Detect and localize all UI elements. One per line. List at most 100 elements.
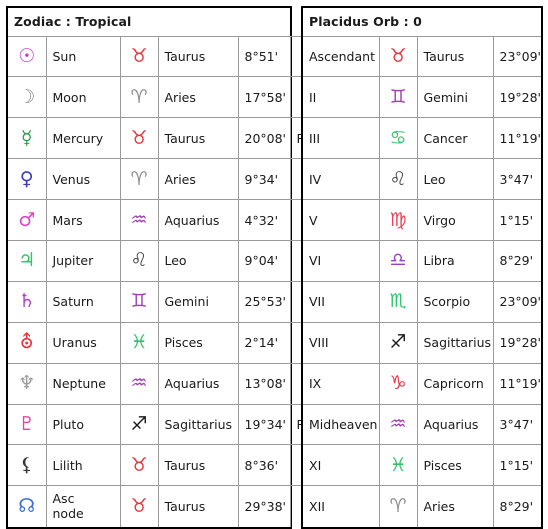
zodiac-header-title: Zodiac : Tropical <box>8 8 313 37</box>
degree-value: 4°32' <box>237 199 291 241</box>
sign-glyph-cell: ♒ <box>119 362 159 405</box>
sign-name: Leo <box>416 158 494 201</box>
table-row: ♆ Neptune ♒ Aquarius 13°08' <box>8 362 313 405</box>
taurus-sign-icon: ♉ <box>130 126 148 149</box>
houses-header-title: Placidus Orb : 0 <box>303 8 542 37</box>
sign-name: Virgo <box>416 199 494 241</box>
sign-glyph-cell: ♒ <box>378 403 418 446</box>
degree-value: 1°15' <box>492 444 542 487</box>
planet-glyph-cell: ♆ <box>8 362 47 405</box>
planet-name: Uranus <box>45 321 121 364</box>
table-row: V ♍ Virgo 1°15' <box>303 199 542 241</box>
degree-value: 8°29' <box>492 485 542 527</box>
table-row: II ♊ Gemini 19°28' <box>303 76 542 119</box>
astrology-chart-sheet: Zodiac : Tropical ☉ Sun ♉ Taurus 8°51' ☽ Moon ♈ A… <box>0 0 548 529</box>
planet-name: Lilith <box>45 444 121 487</box>
sign-name: Aquarius <box>157 362 239 405</box>
house-name: VIII <box>303 321 380 364</box>
sign-name: Aries <box>157 76 239 119</box>
table-row: Ascendant ♉ Taurus 23°09' <box>303 35 542 78</box>
planet-name: Sun <box>45 35 121 78</box>
sign-glyph-cell: ♐ <box>378 321 418 364</box>
table-row: VIII ♐ Sagittarius 19°28' <box>303 321 542 364</box>
planet-name: Asc node <box>45 485 121 527</box>
sign-name: Sagittarius <box>416 321 494 364</box>
sign-glyph-cell: ♈ <box>119 76 159 119</box>
table-gutter <box>292 6 301 523</box>
planet-name: Venus <box>45 158 121 201</box>
sign-glyph-cell: ♈ <box>378 485 418 527</box>
capricorn-sign-icon: ♑ <box>389 372 407 395</box>
pisces-sign-icon: ♓ <box>130 331 148 354</box>
libra-sign-icon: ♎ <box>389 249 407 272</box>
gemini-sign-icon: ♊ <box>389 85 407 108</box>
planet-glyph-cell: ♂ <box>8 199 47 241</box>
table-row: VII ♏ Scorpio 23°09' <box>303 280 542 323</box>
houses-header-row: Placidus Orb : 0 <box>303 8 542 37</box>
table-row: ☉ Sun ♉ Taurus 8°51' <box>8 35 313 78</box>
pisces-sign-icon: ♓ <box>389 453 407 476</box>
sagittarius-sign-icon: ♐ <box>130 412 148 435</box>
planet-glyph-cell: ☉ <box>8 35 47 78</box>
sign-glyph-cell: ♊ <box>119 280 159 323</box>
house-name: III <box>303 117 380 160</box>
planet-glyph-cell: ♀ <box>8 158 47 201</box>
sign-name: Taurus <box>157 35 239 78</box>
jupiter-icon: ♃ <box>18 249 36 272</box>
degree-value: 23°09' <box>492 280 542 323</box>
sign-glyph-cell: ♉ <box>119 485 159 527</box>
taurus-sign-icon: ♉ <box>130 44 148 67</box>
house-name: XII <box>303 485 380 527</box>
zodiac-positions-table: Zodiac : Tropical ☉ Sun ♉ Taurus 8°51' ☽ Moon ♈ A… <box>8 8 313 527</box>
planet-name: Neptune <box>45 362 121 405</box>
mars-icon: ♂ <box>18 208 36 231</box>
planet-name: Saturn <box>45 280 121 323</box>
sign-name: Gemini <box>157 280 239 323</box>
sign-name: Sagittarius <box>157 403 239 446</box>
sign-name: Aries <box>416 485 494 527</box>
degree-value: 19°28' <box>492 76 542 119</box>
sign-name: Taurus <box>416 35 494 78</box>
houses-table: Placidus Orb : 0 Ascendant ♉ Taurus 23°09' II… <box>303 8 542 527</box>
sign-name: Cancer <box>416 117 494 160</box>
planet-glyph-cell: ☊ <box>8 485 47 527</box>
degree-value: 2°14' <box>237 321 291 364</box>
zodiac-positions-panel: Zodiac : Tropical ☉ Sun ♉ Taurus 8°51' ☽ Moon ♈ A… <box>6 6 313 529</box>
planet-name: Moon <box>45 76 121 119</box>
sign-glyph-cell: ♌ <box>378 158 418 201</box>
aquarius-sign-icon: ♒ <box>389 412 407 435</box>
sign-glyph-cell: ♉ <box>119 444 159 487</box>
degree-value: 19°28' <box>492 321 542 364</box>
house-name: II <box>303 76 380 119</box>
table-row: ♄ Saturn ♊ Gemini 25°53' <box>8 280 313 323</box>
sign-name: Taurus <box>157 444 239 487</box>
cancer-sign-icon: ♋ <box>389 126 407 149</box>
aquarius-sign-icon: ♒ <box>130 372 148 395</box>
sign-glyph-cell: ♓ <box>119 321 159 364</box>
houses-panel: Placidus Orb : 0 Ascendant ♉ Taurus 23°09' II… <box>301 6 543 529</box>
sign-glyph-cell: ♉ <box>119 117 159 160</box>
sign-glyph-cell: ♏ <box>378 280 418 323</box>
degree-value: 9°04' <box>237 239 291 282</box>
planet-glyph-cell: ☽ <box>8 76 47 119</box>
degree-value: 17°58' <box>237 76 291 119</box>
table-row: Midheaven ♒ Aquarius 3°47' <box>303 403 542 446</box>
neptune-icon: ♆ <box>18 372 36 395</box>
table-row: ☊ Asc node ♉ Taurus 29°38' <box>8 485 313 527</box>
tables-layout: Zodiac : Tropical ☉ Sun ♉ Taurus 8°51' ☽ Moon ♈ A… <box>6 6 543 529</box>
house-name: XI <box>303 444 380 487</box>
degree-value: 1°15' <box>492 199 542 241</box>
table-row: ⛢ Uranus ♓ Pisces 2°14' <box>8 321 313 364</box>
table-row: IX ♑ Capricorn 11°19' <box>303 362 542 405</box>
aries-sign-icon: ♈ <box>389 494 407 517</box>
house-name: VI <box>303 239 380 282</box>
sagittarius-sign-icon: ♐ <box>389 331 407 354</box>
aquarius-sign-icon: ♒ <box>130 208 148 231</box>
leo-sign-icon: ♌ <box>130 249 148 272</box>
degree-value: 29°38' <box>237 485 291 527</box>
sign-glyph-cell: ♓ <box>378 444 418 487</box>
planet-glyph-cell: ♇ <box>8 403 47 446</box>
planet-glyph-cell: ⛢ <box>8 321 47 364</box>
table-row: IV ♌ Leo 3°47' <box>303 158 542 201</box>
sign-glyph-cell: ♋ <box>378 117 418 160</box>
